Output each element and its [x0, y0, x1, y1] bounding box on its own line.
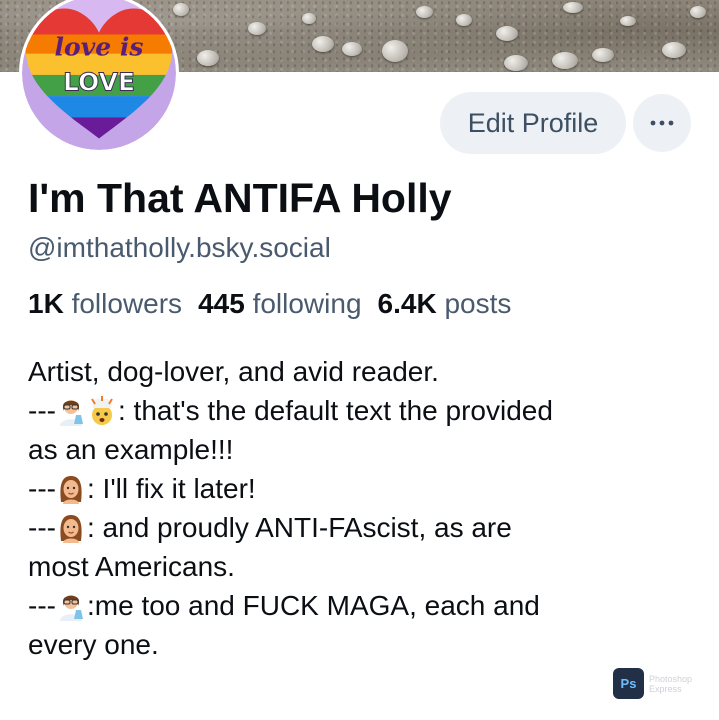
edit-profile-button[interactable]: Edit Profile — [440, 92, 626, 154]
bio-text: most Americans. — [28, 551, 235, 582]
bio-text: Artist, dog-lover, and avid reader. — [28, 356, 439, 387]
exploding-head-emoji-icon — [87, 396, 117, 426]
bio-line: every one. — [28, 625, 698, 664]
bio-line: --- : that's the default text the provide… — [28, 391, 698, 430]
woman-emoji-icon — [56, 474, 86, 504]
photoshop-logo-icon: Ps — [613, 668, 644, 699]
bio-text: every one. — [28, 629, 159, 660]
posts-label: posts — [444, 288, 512, 319]
banner-pebble — [248, 22, 266, 35]
more-options-button[interactable] — [633, 94, 691, 152]
bio-line: Artist, dog-lover, and avid reader. — [28, 352, 698, 391]
posts-count: 6.4K — [377, 288, 437, 319]
display-name: I'm That ANTIFA Holly — [28, 175, 452, 221]
banner-pebble — [456, 14, 472, 26]
followers-count: 1K — [28, 288, 64, 319]
banner-pebble — [173, 3, 189, 16]
banner-pebble — [302, 13, 316, 24]
photoshop-express-watermark: Ps Photoshop Express — [613, 668, 692, 699]
bio-dash: --- — [28, 512, 56, 543]
banner-pebble — [563, 2, 583, 13]
banner-pebble — [620, 16, 636, 26]
svg-text:LOVE: LOVE — [63, 67, 135, 96]
bio-line: --- : I'll fix it later! — [28, 469, 698, 508]
svg-text:love is: love is — [55, 33, 144, 62]
following-stat[interactable]: 445 following — [198, 288, 361, 320]
banner-pebble — [197, 50, 219, 66]
banner-pebble — [416, 6, 433, 18]
bio-line: --- : and proudly ANTI-FAscist, as are — [28, 508, 698, 547]
bio-dash: --- — [28, 590, 56, 621]
bio-text: : that's the default text the provided — [117, 395, 553, 426]
ellipsis-icon — [650, 120, 674, 126]
bio-dash: --- — [28, 395, 56, 426]
profile-stats: 1K followers 445 following 6.4K posts — [28, 288, 527, 320]
handle[interactable]: @imthatholly.bsky.social — [28, 232, 331, 264]
bio-line: most Americans. — [28, 547, 698, 586]
avatar[interactable]: love is LOVE — [19, 0, 179, 153]
banner-pebble — [690, 6, 706, 18]
love-is-love-heart-image: love is LOVE — [22, 0, 176, 150]
banner-pebble — [504, 55, 528, 71]
bio-line: as an example!!! — [28, 430, 698, 469]
bio-text: :me too and FUCK MAGA, each and — [86, 590, 540, 621]
banner-pebble — [342, 42, 362, 56]
banner-pebble — [662, 42, 686, 58]
bio-dash: --- — [28, 473, 56, 504]
following-label: following — [252, 288, 362, 319]
woman-scientist-emoji-icon — [56, 396, 86, 426]
banner-pebble — [312, 36, 334, 52]
watermark-text: Photoshop Express — [649, 673, 693, 694]
bio-line: --- :me too and FUCK MAGA, each and — [28, 586, 698, 625]
banner-pebble — [552, 52, 578, 69]
profile-bio: Artist, dog-lover, and avid reader. ---:… — [28, 352, 698, 664]
bio-text: : I'll fix it later! — [86, 473, 256, 504]
woman-emoji-icon — [56, 513, 86, 543]
banner-pebble — [382, 40, 408, 62]
bio-text: : and proudly ANTI-FAscist, as are — [86, 512, 512, 543]
following-count: 445 — [198, 288, 245, 319]
banner-pebble — [592, 48, 614, 62]
woman-scientist-emoji-icon — [56, 591, 86, 621]
followers-label: followers — [71, 288, 183, 319]
followers-stat[interactable]: 1K followers — [28, 288, 182, 320]
posts-stat: 6.4K posts — [378, 288, 512, 320]
bio-text: as an example!!! — [28, 434, 234, 465]
banner-pebble — [496, 26, 518, 41]
